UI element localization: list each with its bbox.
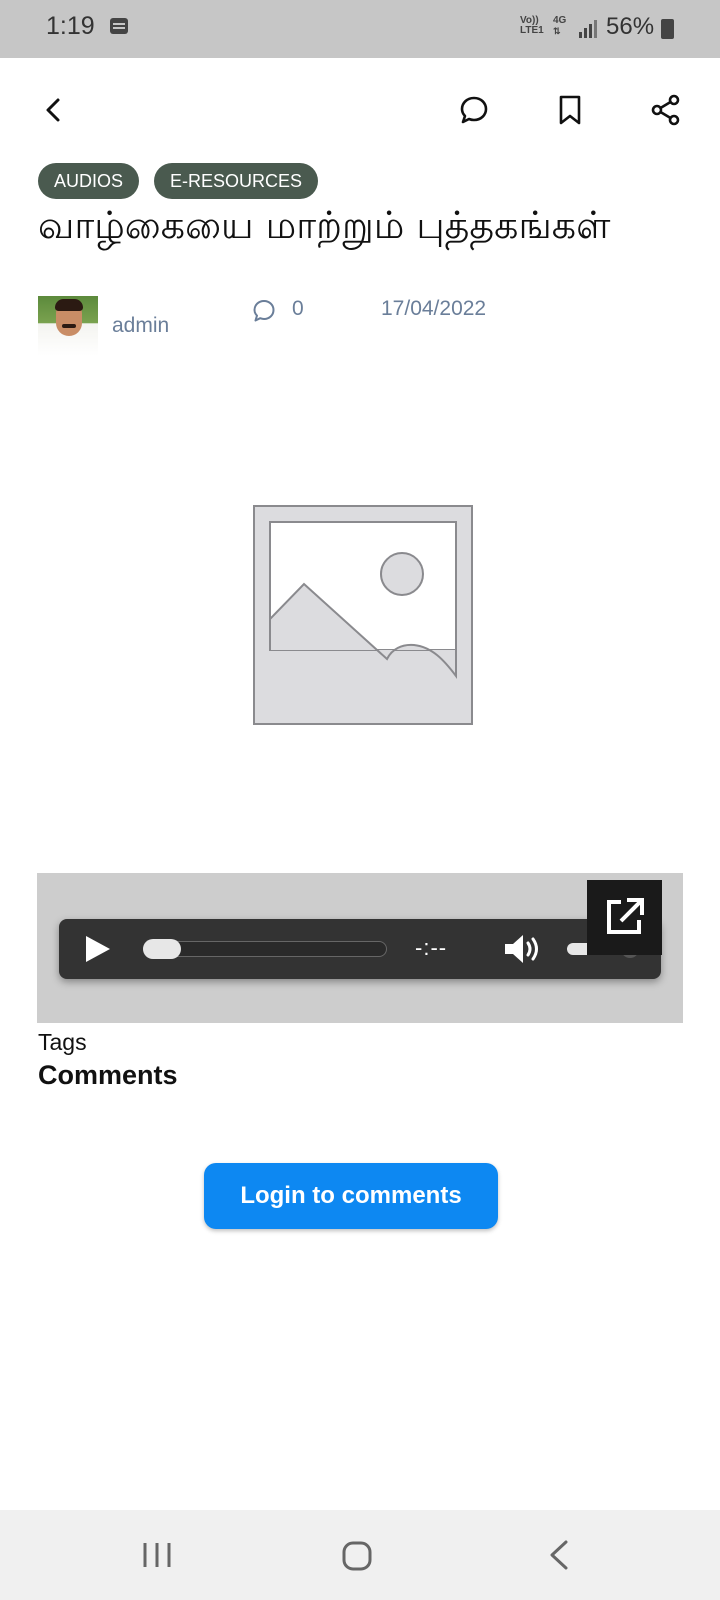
bookmark-button[interactable] (546, 86, 594, 134)
signal-strength-icon (579, 20, 597, 38)
image-placeholder-icon (253, 505, 473, 725)
battery-percent: 56% (606, 13, 655, 40)
system-nav-bar (0, 1510, 720, 1600)
open-external-icon (607, 898, 644, 934)
login-to-comment-button[interactable]: Login to comments (204, 1163, 498, 1229)
comment-count-icon (253, 300, 275, 322)
status-bar: 1:19 Vo)) LTE1 4G ⇅ 56% (0, 0, 720, 58)
volte-indicator: Vo)) LTE1 (520, 15, 544, 36)
app-bar (0, 58, 720, 158)
screen: 1:19 Vo)) LTE1 4G ⇅ 56% AUDIOS E-RESOURC… (0, 0, 720, 1600)
comment-count: 0 (292, 297, 304, 320)
share-button[interactable] (642, 86, 690, 134)
back-button[interactable] (30, 86, 78, 134)
tags-label: Tags (38, 1029, 87, 1055)
audio-player-container: -:-- (37, 873, 683, 1023)
battery-icon (661, 19, 674, 39)
home-icon[interactable] (341, 1540, 373, 1572)
play-button[interactable] (81, 933, 113, 965)
featured-image (38, 362, 682, 874)
recents-icon[interactable] (140, 1540, 174, 1570)
back-arrow-icon (46, 98, 60, 122)
share-icon (651, 94, 680, 126)
category-chip-audios[interactable]: AUDIOS (38, 163, 140, 199)
comment-bubble-icon (460, 96, 488, 124)
author-name[interactable]: admin (112, 314, 169, 338)
comments-heading: Comments (38, 1060, 178, 1090)
status-time: 1:19 (46, 12, 95, 40)
seek-thumb[interactable] (143, 939, 181, 959)
open-external-button[interactable] (587, 880, 662, 955)
system-back-icon[interactable] (546, 1538, 572, 1572)
bookmark-icon (559, 95, 581, 125)
post-title: வாழ்கையை மாற்றும் புத்தகங்கள் (38, 203, 611, 247)
category-chip-e-resources[interactable]: E-RESOURCES (154, 163, 319, 199)
time-display: -:-- (415, 935, 448, 960)
post-date: 17/04/2022 (381, 297, 487, 320)
author-avatar (38, 296, 98, 356)
audio-player: -:-- (59, 919, 661, 979)
notification-message-icon (110, 18, 128, 34)
volume-icon[interactable] (503, 932, 545, 966)
comments-button[interactable] (450, 86, 498, 134)
mobile-data-indicator: 4G ⇅ (553, 15, 567, 37)
